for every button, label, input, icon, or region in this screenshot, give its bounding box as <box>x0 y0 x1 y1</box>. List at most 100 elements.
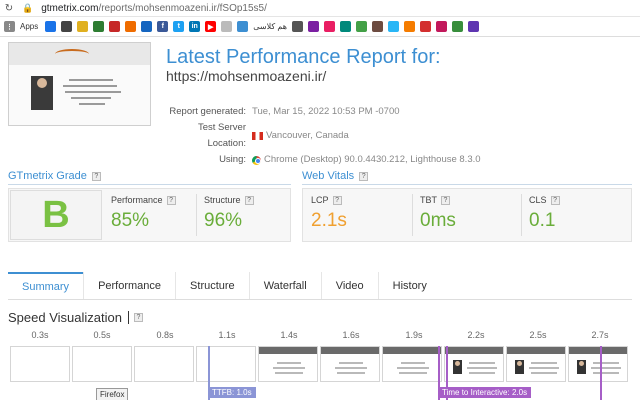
bookmark-icon[interactable] <box>141 21 153 32</box>
grade-heading: GTmetrix Grade ? <box>8 170 101 182</box>
metric-divider <box>412 194 413 236</box>
bookmark-icon[interactable] <box>45 21 57 32</box>
bookmark-icon[interactable] <box>355 21 367 32</box>
tab-waterfall[interactable]: Waterfall <box>248 272 321 299</box>
tab-performance[interactable]: Performance <box>83 272 175 299</box>
meta-row: Report generated: Tue, Mar 15, 2022 10:5… <box>169 106 400 117</box>
performance-value: 85% <box>111 210 150 231</box>
bookmark-icon[interactable] <box>419 21 431 32</box>
vitals-divider <box>302 184 632 185</box>
url-text[interactable]: gtmetrix.com/reports/mohsenmoazeni.ir/fS… <box>41 3 267 14</box>
lcp-value: 2.1s <box>311 210 347 231</box>
help-icon[interactable]: ? <box>550 195 560 205</box>
grade-letter: B <box>42 194 70 236</box>
structure-value: 96% <box>204 210 243 231</box>
lock-icon[interactable]: 🔒 <box>22 3 33 14</box>
chrome-icon <box>252 155 261 165</box>
tti-marker[interactable]: Time to Interactive: 2.0s <box>438 387 532 398</box>
metric-divider <box>521 194 522 236</box>
bookmark-icon[interactable] <box>467 21 479 32</box>
help-icon[interactable]: ? <box>332 195 342 205</box>
canada-flag-icon <box>252 132 263 140</box>
filmstrip-frame[interactable] <box>568 346 628 382</box>
tooltip: Firefox <box>96 388 129 400</box>
time-tick: 1.9s <box>405 330 423 340</box>
onload-line <box>600 346 602 400</box>
metric-divider <box>196 194 197 236</box>
time-tick: 0.3s <box>31 330 49 340</box>
meta-row: Test Server Location: Vancouver, Canada <box>197 122 349 149</box>
time-tick: 1.6s <box>342 330 360 340</box>
grade-divider <box>8 184 291 185</box>
report-url[interactable]: https://mohsenmoazeni.ir/ <box>166 68 326 84</box>
filmstrip-frame[interactable] <box>10 346 70 382</box>
ttfb-marker[interactable]: TTFB: 1.0s <box>208 387 256 398</box>
bookmark-icon[interactable] <box>403 21 415 32</box>
bookmark-icon[interactable] <box>77 21 89 32</box>
bookmark-icon[interactable] <box>61 21 73 32</box>
bookmark-icon[interactable] <box>339 21 351 32</box>
filmstrip-frame[interactable] <box>444 346 504 382</box>
tab-video[interactable]: Video <box>320 272 378 299</box>
bookmark-icon[interactable] <box>109 21 121 32</box>
time-tick: 2.7s <box>591 330 609 340</box>
meta-row: Using: Chrome (Desktop) 90.0.4430.212, L… <box>219 154 481 165</box>
report-tabs: Summary Performance Structure Waterfall … <box>8 272 632 300</box>
speed-timeline: 0.3s 0.5s 0.8s 1.1s 1.4s 1.6s 1.9s 2.2s … <box>8 330 632 400</box>
address-bar[interactable]: ↻ 🔒 gtmetrix.com/reports/mohsenmoazeni.i… <box>0 0 640 17</box>
bookmark-icon[interactable] <box>451 21 463 32</box>
bookmark-icon[interactable] <box>291 21 303 32</box>
filmstrip-frame[interactable] <box>134 346 194 382</box>
facebook-icon[interactable]: f <box>157 21 169 32</box>
text-cursor <box>127 311 129 324</box>
bookmark-icon[interactable] <box>307 21 319 32</box>
tbt-value: 0ms <box>420 210 456 231</box>
help-icon[interactable]: ? <box>166 195 176 205</box>
bookmark-icon[interactable] <box>221 21 233 32</box>
filmstrip-frame[interactable] <box>320 346 380 382</box>
report-meta: Report generated: Tue, Mar 15, 2022 10:5… <box>160 104 481 168</box>
time-tick: 0.8s <box>156 330 174 340</box>
cls-metric: CLS? 0.1 <box>529 195 560 232</box>
filmstrip-frame[interactable] <box>258 346 318 382</box>
filmstrip-frame[interactable] <box>72 346 132 382</box>
youtube-icon[interactable]: ▶ <box>205 21 217 32</box>
tab-summary[interactable]: Summary <box>8 272 84 299</box>
vitals-card <box>302 188 632 242</box>
reload-icon[interactable]: ↻ <box>4 3 14 14</box>
bookmark-icon[interactable] <box>435 21 447 32</box>
linkedin-icon[interactable]: in <box>189 21 201 32</box>
help-icon[interactable]: ? <box>441 195 450 205</box>
performance-metric: Performance? 85% <box>111 195 176 232</box>
apps-bookmark[interactable]: Apps <box>20 22 38 31</box>
page-screenshot-thumbnail[interactable] <box>8 42 151 126</box>
speed-visualization-heading: Speed Visualization ? <box>8 310 143 325</box>
page-title: Latest Performance Report for: <box>166 46 441 68</box>
time-tick: 1.4s <box>280 330 298 340</box>
help-icon[interactable]: ? <box>244 195 254 205</box>
time-tick: 2.2s <box>467 330 485 340</box>
bookmark-icon[interactable] <box>387 21 399 32</box>
profile-photo <box>31 76 53 110</box>
bookmark-fa[interactable]: هم کلاسی <box>253 22 287 31</box>
help-icon[interactable]: ? <box>91 171 101 181</box>
filmstrip-frame[interactable] <box>196 346 256 382</box>
help-icon[interactable]: ? <box>359 171 369 181</box>
filmstrip-frame[interactable] <box>382 346 442 382</box>
time-tick: 0.5s <box>93 330 111 340</box>
bookmark-icon[interactable] <box>237 21 249 32</box>
vitals-heading: Web Vitals ? <box>302 170 369 182</box>
twitter-icon[interactable]: t <box>173 21 185 32</box>
structure-metric: Structure? 96% <box>204 195 254 232</box>
bookmarks-bar: ⋮ Apps f t in ▶ هم کلاسی <box>0 17 640 37</box>
bookmark-icon[interactable] <box>93 21 105 32</box>
filmstrip-frame[interactable] <box>506 346 566 382</box>
bookmark-icon[interactable] <box>371 21 383 32</box>
bookmark-icon[interactable] <box>125 21 137 32</box>
help-icon[interactable]: ? <box>133 313 143 322</box>
bookmark-icon[interactable] <box>323 21 335 32</box>
lcp-metric: LCP? 2.1s <box>311 195 347 231</box>
apps-grid-icon[interactable]: ⋮ <box>4 21 15 32</box>
tab-structure[interactable]: Structure <box>175 272 249 299</box>
tab-history[interactable]: History <box>377 272 441 299</box>
